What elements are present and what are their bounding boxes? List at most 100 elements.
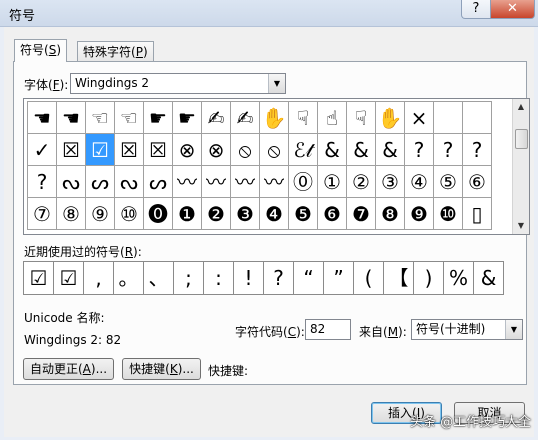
symbol-cell[interactable]: ☑ (85, 133, 115, 166)
symbol-cell[interactable]: ☜ (85, 101, 115, 134)
symbol-cell[interactable]: ☚ (56, 101, 86, 134)
tab-symbols[interactable]: 符号(S) (14, 39, 67, 62)
symbol-cell[interactable]: ② (346, 165, 376, 198)
symbol-cell[interactable]: ⓿ (143, 197, 173, 230)
recent-symbol-cell[interactable]: ; (173, 261, 204, 295)
symbol-cell[interactable]: ? (27, 165, 57, 198)
from-select[interactable]: 符号(十进制) ▼ (411, 319, 523, 340)
symbol-cell[interactable]: ☝ (317, 101, 347, 134)
recent-symbol-cell[interactable]: 、 (143, 261, 174, 295)
symbol-cell[interactable]: ⑥ (462, 165, 492, 198)
symbol-name: Wingdings 2: 82 (24, 333, 122, 347)
symbol-cell[interactable]: ❿ (433, 197, 463, 230)
recent-symbol-cell[interactable]: % (443, 261, 474, 295)
recent-symbol-cell[interactable]: ! (233, 261, 264, 295)
symbol-cell[interactable]: ? (404, 133, 434, 166)
symbol-cell[interactable]: ⦸ (230, 133, 260, 166)
watermark-text: 头条 @工作技巧大全 (410, 415, 532, 430)
symbol-cell[interactable]: ❾ (404, 197, 434, 230)
tab-special-characters[interactable]: 特殊字符(P) (77, 41, 154, 62)
symbol-cell[interactable]: & (317, 133, 347, 166)
symbol-cell[interactable]: ℰ𝓉 (288, 133, 318, 166)
symbol-cell[interactable]: ① (317, 165, 347, 198)
symbol-cell[interactable]: ④ (404, 165, 434, 198)
recent-symbol-cell[interactable]: ☑ (53, 261, 84, 295)
symbol-cell[interactable]: ? (462, 133, 492, 166)
recent-symbol-cell[interactable]: ☑ (23, 261, 54, 295)
symbol-cell[interactable]: ☛ (143, 101, 173, 134)
recent-symbol-cell[interactable]: ) (413, 261, 444, 295)
symbol-cell[interactable]: ᔓ (114, 165, 144, 198)
symbol-cell[interactable]: ✋ (375, 101, 405, 134)
symbol-cell[interactable]: ⦸ (259, 133, 289, 166)
symbol-cell[interactable]: ᔓ (56, 165, 86, 198)
font-select[interactable]: Wingdings 2 ▼ (70, 73, 286, 94)
symbol-cell[interactable]: ☚ (27, 101, 57, 134)
symbol-cell[interactable]: ? (433, 133, 463, 166)
recent-symbol-cell[interactable]: 【 (383, 261, 414, 295)
symbol-cell[interactable]: ⑨ (85, 197, 115, 230)
help-button[interactable]: ? (461, 0, 491, 19)
symbol-cell[interactable]: 〰 (230, 165, 260, 198)
symbol-cell[interactable]: ✋ (259, 101, 289, 134)
symbol-cell[interactable] (433, 101, 463, 134)
symbol-cell[interactable]: ❷ (201, 197, 231, 230)
close-button[interactable]: ✕ (490, 0, 535, 19)
scroll-thumb[interactable] (515, 129, 528, 149)
symbol-cell[interactable]: ❸ (230, 197, 260, 230)
symbol-cell[interactable]: ☜ (114, 101, 144, 134)
symbol-cell[interactable]: ᔕ (85, 165, 115, 198)
symbol-cell[interactable]: ❻ (317, 197, 347, 230)
symbol-cell[interactable]: 〰 (172, 165, 202, 198)
symbol-cell[interactable]: ✍ (201, 101, 231, 134)
scroll-down-icon[interactable]: ▼ (513, 218, 529, 234)
symbol-cell[interactable]: ☒ (143, 133, 173, 166)
symbol-cell[interactable]: ☟ (346, 101, 376, 134)
char-code-input[interactable]: 82 (305, 319, 351, 340)
symbol-cell[interactable]: ✍ (230, 101, 260, 134)
recent-symbol-cell[interactable]: : (203, 261, 234, 295)
chevron-down-icon[interactable]: ▼ (268, 74, 285, 93)
symbol-grid-table: ☚ ☚ ☜ ☜ ☛ ☛ ✍ ✍ ✋ ☟ ☝ ☟ ✋ × ✓ ☒ ☑ ☒ ☒ ⊗ ⊗ ⦸ ⦸ ℰ𝓉 & & &???? ᔓ ᔕ ᔓ ᔕ 〰〰〰〰… (27, 101, 492, 230)
symbol-grid-scrollbar[interactable]: ▲ ▼ (512, 99, 529, 234)
symbol-cell[interactable]: ☒ (56, 133, 86, 166)
symbol-cell[interactable]: ⑤ (433, 165, 463, 198)
recent-symbol-cell[interactable]: ( (353, 261, 384, 295)
symbol-cell[interactable]: & (346, 133, 376, 166)
symbol-cell[interactable]: ❹ (259, 197, 289, 230)
symbol-cell[interactable]: ⑧ (56, 197, 86, 230)
symbol-cell[interactable]: ❶ (172, 197, 202, 230)
symbol-cell[interactable]: ⓪ (288, 165, 318, 198)
recent-symbol-cell[interactable]: 。 (113, 261, 144, 295)
symbol-cell[interactable]: ☟ (288, 101, 318, 134)
symbol-cell[interactable]: ✓ (27, 133, 57, 166)
recent-symbol-cell[interactable]: “ (293, 261, 324, 295)
symbol-cell[interactable]: ⑦ (27, 197, 57, 230)
recent-symbol-cell[interactable]: ? (263, 261, 294, 295)
symbol-cell[interactable]: ᔕ (143, 165, 173, 198)
symbol-cell[interactable]: ⑩ (114, 197, 144, 230)
symbol-cell[interactable]: ❺ (288, 197, 318, 230)
symbol-cell[interactable]: ③ (375, 165, 405, 198)
symbol-cell[interactable]: 〰 (259, 165, 289, 198)
symbol-cell[interactable]: 〰 (201, 165, 231, 198)
symbol-grid[interactable]: ☚ ☚ ☜ ☜ ☛ ☛ ✍ ✍ ✋ ☟ ☝ ☟ ✋ × ✓ ☒ ☑ ☒ ☒ ⊗ ⊗ ⦸ ⦸ ℰ𝓉 & & &???? ᔓ ᔕ ᔓ ᔕ 〰〰〰〰… (23, 98, 530, 235)
shortcut-key-button[interactable]: 快捷键(K)... (122, 358, 201, 380)
recent-symbols-strip[interactable]: ☑ ☑,。、;:!? “”(【)% & (23, 261, 504, 295)
symbol-cell[interactable] (462, 101, 492, 134)
recent-symbol-cell[interactable]: & (473, 261, 504, 295)
symbol-cell[interactable]: ❼ (346, 197, 376, 230)
symbol-cell[interactable]: ⊗ (201, 133, 231, 166)
symbol-cell[interactable]: ⊗ (172, 133, 202, 166)
symbol-cell[interactable]: ▯ (462, 197, 492, 230)
recent-symbol-cell[interactable]: ” (323, 261, 354, 295)
symbol-cell[interactable]: ☒ (114, 133, 144, 166)
autocorrect-button[interactable]: 自动更正(A)... (23, 358, 114, 380)
symbol-cell[interactable]: × (404, 101, 434, 134)
symbol-cell[interactable]: ☛ (172, 101, 202, 134)
symbol-cell[interactable]: ❽ (375, 197, 405, 230)
symbol-cell[interactable]: & (375, 133, 405, 166)
chevron-down-icon[interactable]: ▼ (505, 320, 522, 339)
recent-symbol-cell[interactable]: , (83, 261, 114, 295)
scroll-up-icon[interactable]: ▲ (513, 99, 529, 115)
